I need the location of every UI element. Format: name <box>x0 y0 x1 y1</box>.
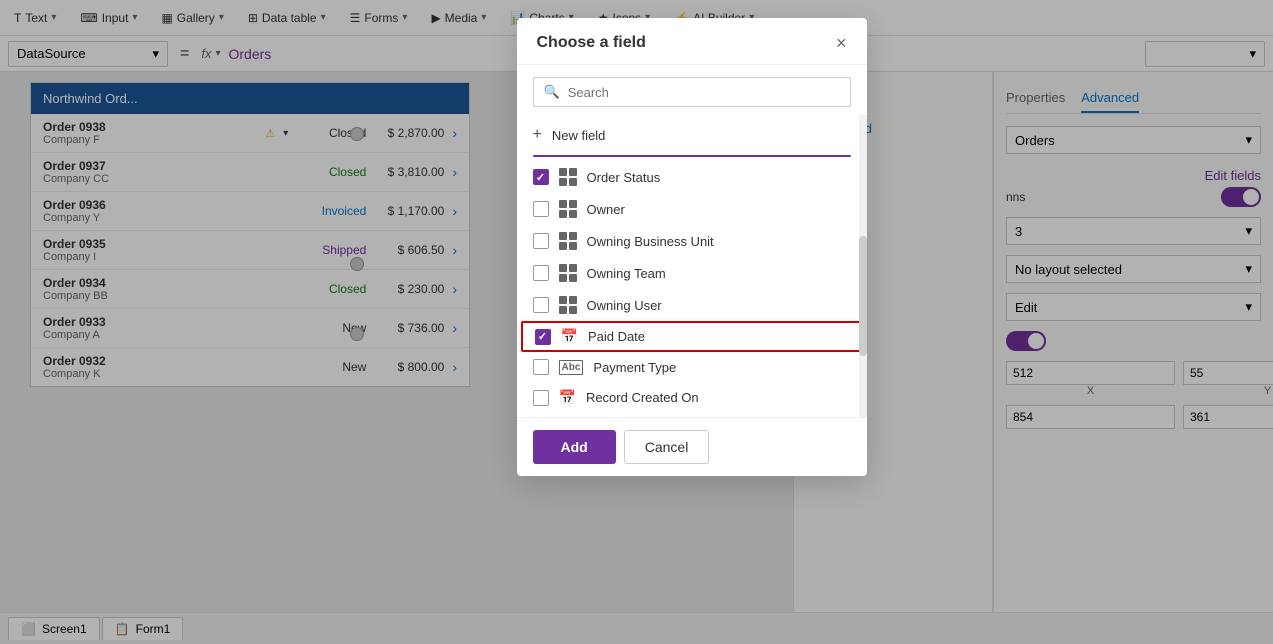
choose-field-modal: Choose a field × 🔍 + New field Order Sta… <box>517 18 867 476</box>
field-type-icon <box>559 200 577 218</box>
divider <box>533 155 851 157</box>
modal-header: Choose a field × <box>517 18 867 65</box>
list-item[interactable]: 📅 Record Created On <box>517 382 867 413</box>
field-name: Order Status <box>587 170 851 185</box>
field-checkbox[interactable] <box>535 329 551 345</box>
field-checkbox[interactable] <box>533 265 549 281</box>
field-type-icon <box>559 296 577 314</box>
list-item[interactable]: Owning User <box>517 289 867 321</box>
scrollbar-track <box>859 115 867 417</box>
field-name: Owning Team <box>587 266 851 281</box>
field-type-icon <box>559 264 577 282</box>
modal-field-list: + New field Order Status Owner <box>517 115 867 417</box>
modal-title: Choose a field <box>537 34 646 52</box>
modal-footer: Add Cancel <box>517 417 867 476</box>
list-item[interactable]: Owner <box>517 193 867 225</box>
modal-overlay: Choose a field × 🔍 + New field Order Sta… <box>0 0 1273 644</box>
field-checkbox[interactable] <box>533 297 549 313</box>
field-type-icon <box>559 232 577 250</box>
search-icon: 🔍 <box>544 84 560 100</box>
field-checkbox[interactable] <box>533 169 549 185</box>
field-type-icon: 📅 <box>559 389 576 406</box>
field-name: Record Created On <box>586 390 851 405</box>
list-item[interactable]: Abc Payment Type <box>517 352 867 382</box>
field-checkbox[interactable] <box>533 233 549 249</box>
field-name: Owning User <box>587 298 851 313</box>
list-item[interactable]: Owning Team <box>517 257 867 289</box>
plus-icon: + <box>533 126 542 144</box>
field-type-icon: Abc <box>559 360 584 375</box>
list-item[interactable]: Order Status <box>517 161 867 193</box>
field-type-icon: 📅 <box>561 328 578 345</box>
add-button[interactable]: Add <box>533 430 616 464</box>
field-name: Paid Date <box>588 329 849 344</box>
modal-search-container: 🔍 <box>533 77 851 107</box>
list-item[interactable]: Owning Business Unit <box>517 225 867 257</box>
modal-close-button[interactable]: × <box>836 34 847 52</box>
list-item[interactable]: 📅 Paid Date <box>521 321 863 352</box>
field-checkbox[interactable] <box>533 359 549 375</box>
cancel-button[interactable]: Cancel <box>624 430 710 464</box>
field-checkbox[interactable] <box>533 390 549 406</box>
search-input[interactable] <box>568 85 840 100</box>
new-field-item[interactable]: + New field <box>517 119 867 151</box>
field-name: Payment Type <box>593 360 850 375</box>
scrollbar-thumb[interactable] <box>859 236 867 356</box>
field-checkbox[interactable] <box>533 201 549 217</box>
field-name: Owning Business Unit <box>587 234 851 249</box>
field-name: Owner <box>587 202 851 217</box>
field-type-icon <box>559 168 577 186</box>
